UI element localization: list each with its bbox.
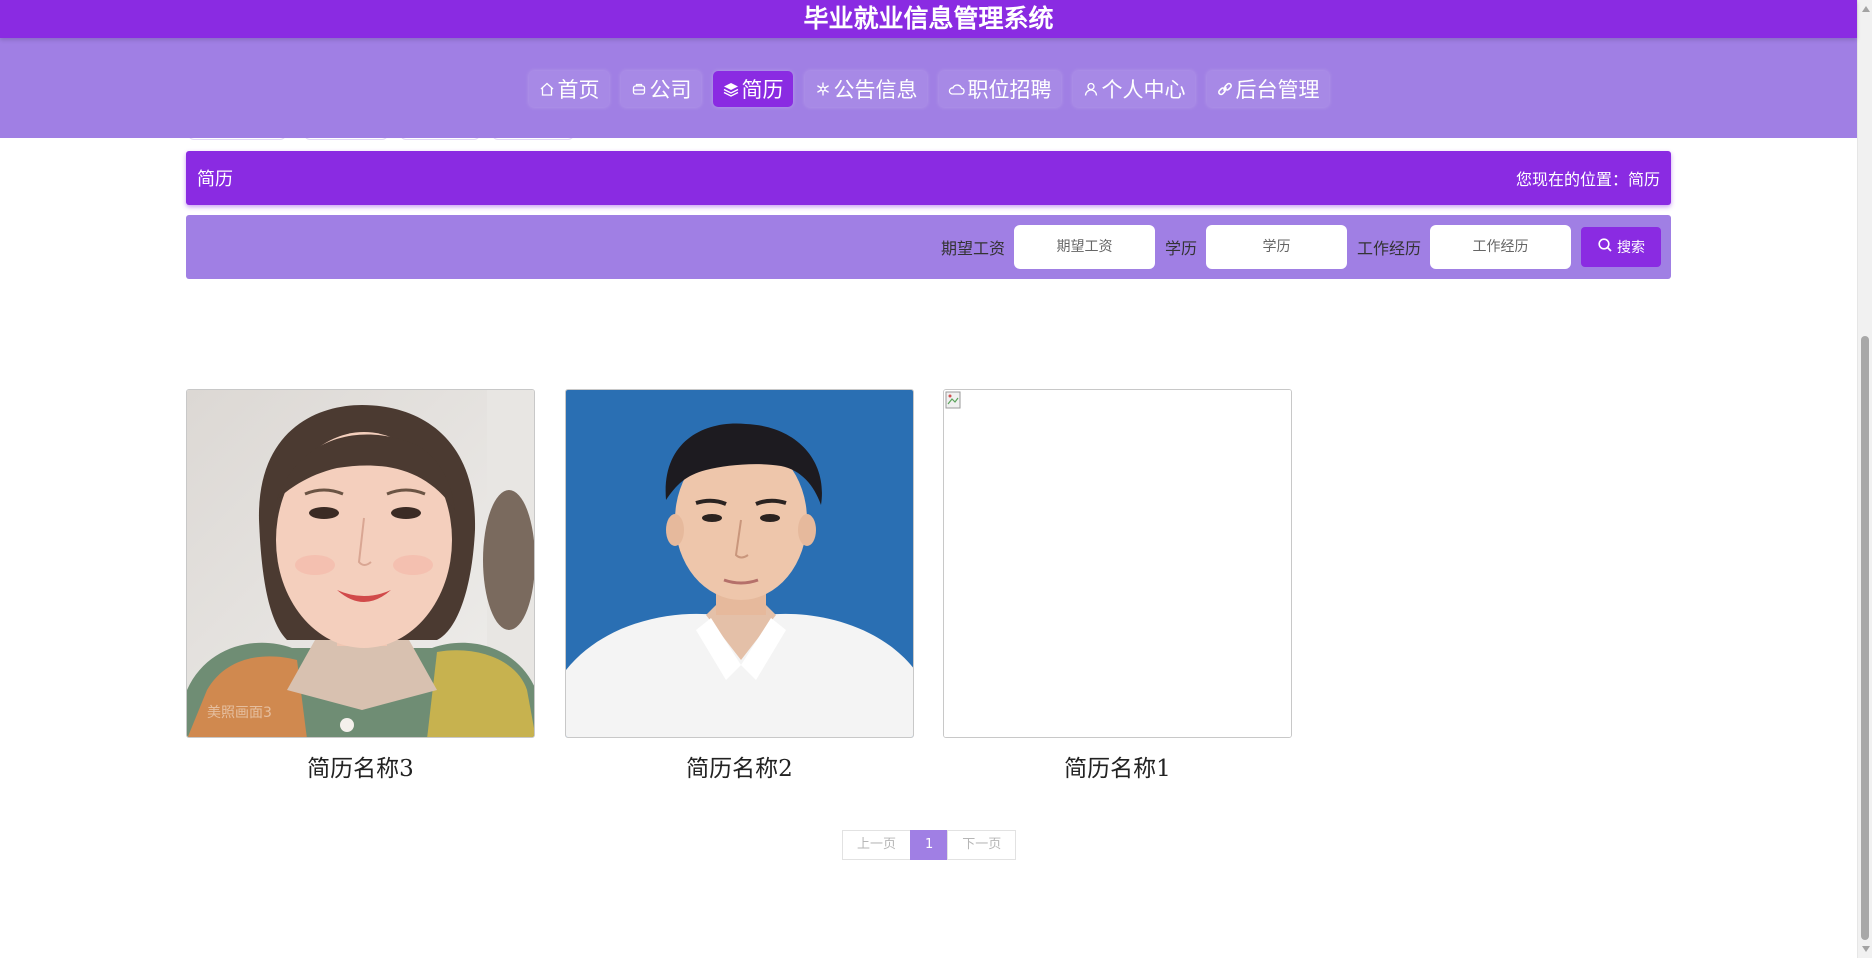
experience-input[interactable]: [1430, 225, 1571, 269]
nav-item-company[interactable]: 公司: [620, 71, 701, 107]
nav-item-resume[interactable]: 简历: [712, 71, 793, 107]
page-number-button[interactable]: 1: [910, 830, 949, 860]
resume-name[interactable]: 简历名称1: [943, 749, 1292, 783]
resume-card[interactable]: 简历名称2: [565, 389, 914, 783]
section-title: 简历: [197, 169, 233, 190]
nav-item-label: 首页: [557, 78, 600, 102]
education-input[interactable]: [1205, 225, 1347, 269]
photo-watermark: 美照画面3: [207, 705, 272, 721]
nav-item-label: 公告信息: [833, 78, 918, 102]
site-title-bar: 毕业就业信息管理系统: [0, 0, 1857, 38]
site-title: 毕业就业信息管理系统: [803, 4, 1054, 33]
resume-photo[interactable]: [565, 389, 914, 738]
nav-item-label: 简历: [741, 78, 784, 102]
vertical-scrollbar[interactable]: [1857, 0, 1872, 958]
pagination: 上一页 1 下一页: [842, 830, 1017, 860]
scroll-down-icon[interactable]: [1862, 946, 1870, 952]
search-button-label: 搜索: [1617, 240, 1645, 256]
home-icon: [538, 80, 556, 98]
snowflake-icon: [814, 80, 832, 98]
nav-item-admin[interactable]: 后台管理: [1206, 71, 1329, 107]
salary-label: 期望工资: [940, 239, 1005, 258]
nav-item-label: 后台管理: [1235, 78, 1320, 102]
breadcrumb: 您现在的位置：简历: [1515, 170, 1660, 189]
resume-card[interactable]: 美照画面3 简历名称3: [186, 389, 535, 783]
nav-item-label: 职位招聘: [967, 78, 1052, 102]
education-label: 学历: [1164, 239, 1197, 258]
broken-image-icon: [945, 391, 961, 409]
nav-item-announcements[interactable]: 公告信息: [804, 71, 927, 107]
scrollbar-thumb[interactable]: [1861, 336, 1869, 940]
next-page-button[interactable]: 下一页: [947, 830, 1017, 860]
experience-label: 工作经历: [1356, 239, 1421, 258]
resume-photo[interactable]: 美照画面3: [186, 389, 535, 738]
nav-item-label: 公司: [649, 78, 692, 102]
prev-page-button[interactable]: 上一页: [842, 830, 912, 860]
salary-input[interactable]: [1013, 225, 1155, 269]
search-icon: [1597, 237, 1613, 257]
section-title-bar: 简历 您现在的位置：简历: [186, 151, 1671, 205]
link-icon: [1216, 80, 1234, 98]
resume-photo[interactable]: [943, 389, 1292, 738]
search-bar: 期望工资 学历 工作经历 搜索: [186, 215, 1671, 279]
layers-icon: [722, 80, 740, 98]
nav-item-home[interactable]: 首页: [528, 71, 609, 107]
resume-name[interactable]: 简历名称3: [186, 749, 535, 783]
resume-name[interactable]: 简历名称2: [565, 749, 914, 783]
cloud-icon: [948, 80, 966, 98]
nav-item-profile[interactable]: 个人中心: [1072, 71, 1195, 107]
resume-card[interactable]: 简历名称1: [943, 389, 1292, 783]
main-nav: 首页 公司 简历 公告信息 职位招聘 个人中心 后台管理: [0, 38, 1857, 138]
scroll-up-icon[interactable]: [1862, 6, 1870, 12]
search-button[interactable]: 搜索: [1581, 227, 1661, 267]
company-icon: [630, 80, 648, 98]
nav-item-label: 个人中心: [1101, 78, 1186, 102]
user-icon: [1082, 80, 1100, 98]
nav-item-jobs[interactable]: 职位招聘: [938, 71, 1061, 107]
